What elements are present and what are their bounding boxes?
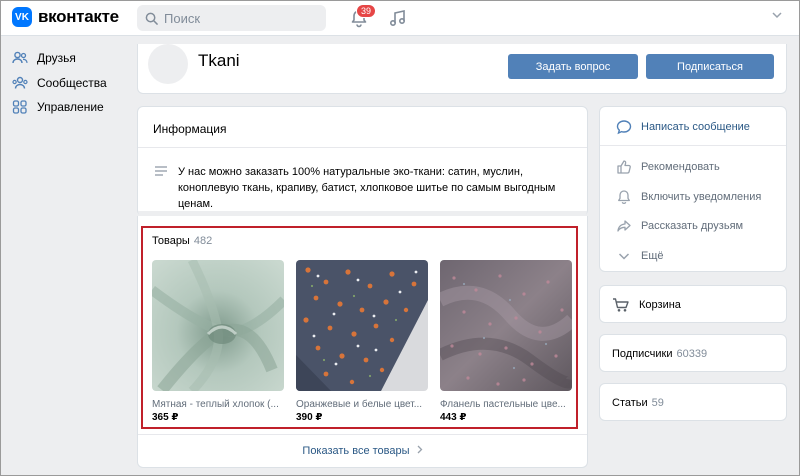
- goods-title-label: Товары: [152, 235, 190, 247]
- goods-count: 482: [193, 235, 213, 247]
- ask-question-button[interactable]: Задать вопрос: [508, 54, 638, 79]
- articles-block[interactable]: Статьи 59: [599, 383, 787, 421]
- chevron-down-icon: [618, 253, 630, 260]
- product-name[interactable]: Фланель пастельные цве...: [440, 399, 572, 410]
- divider: [600, 145, 786, 146]
- action-label: Рекомендовать: [641, 161, 720, 173]
- sidebar-item-label: Сообщества: [37, 75, 107, 90]
- articles-row[interactable]: Статьи 59: [612, 397, 664, 409]
- search-icon: [145, 12, 158, 25]
- notification-badge: 39: [356, 4, 377, 18]
- left-sidebar: Друзья Сообщества Управление: [12, 46, 122, 120]
- product-name[interactable]: Мятная - теплый хлопок (...: [152, 399, 284, 410]
- manage-icon: [12, 100, 27, 114]
- message-icon: [616, 120, 632, 135]
- bell-icon: [618, 190, 630, 205]
- sidebar-item-friends[interactable]: Друзья: [12, 46, 122, 71]
- communities-icon: [12, 76, 28, 89]
- show-all-label: Показать все товары: [302, 445, 410, 457]
- product-price: 390 ₽: [296, 412, 323, 423]
- action-label: Ещё: [641, 250, 664, 262]
- search-box[interactable]: [137, 5, 326, 31]
- share-action[interactable]: Рассказать друзьям: [616, 218, 743, 234]
- subscribers-row[interactable]: Подписчики 60339: [612, 348, 707, 360]
- recommend-action[interactable]: Рекомендовать: [616, 159, 720, 175]
- info-title: Информация: [153, 122, 227, 136]
- articles-count: 59: [651, 397, 664, 409]
- product-image[interactable]: [440, 260, 572, 391]
- show-all-goods-link[interactable]: Показать все товары: [138, 445, 587, 457]
- info-description: У нас можно заказать 100% натуральные эк…: [178, 166, 556, 210]
- enable-notifications-action[interactable]: Включить уведомления: [616, 189, 761, 205]
- product-price: 365 ₽: [152, 412, 179, 423]
- divider: [138, 147, 587, 148]
- friends-icon: [12, 51, 28, 64]
- info-block: Информация У нас можно заказать 100% нат…: [137, 106, 588, 217]
- actions-block: Написать сообщение Рекомендовать Включит…: [599, 106, 787, 272]
- share-icon: [617, 220, 631, 232]
- sidebar-item-manage[interactable]: Управление: [12, 95, 122, 120]
- sidebar-item-communities[interactable]: Сообщества: [12, 71, 122, 96]
- divider: [138, 434, 587, 435]
- subscribers-count: 60339: [676, 348, 708, 360]
- cart-icon: [613, 298, 629, 312]
- cart-link[interactable]: Корзина: [612, 297, 681, 313]
- logo-text: вконтакте: [38, 7, 119, 26]
- goods-item[interactable]: Оранжевые и белые цвет... 390 ₽: [296, 260, 428, 423]
- action-label: Включить уведомления: [641, 191, 762, 203]
- chevron-down-icon[interactable]: [772, 12, 782, 19]
- goods-item[interactable]: Фланель пастельные цве... 443 ₽: [440, 260, 572, 423]
- search-input[interactable]: [164, 10, 314, 26]
- goods-item[interactable]: Мятная - теплый хлопок (... 365 ₽: [152, 260, 284, 423]
- cart-block[interactable]: Корзина: [599, 285, 787, 323]
- group-header: Tkani Задать вопрос Подписаться: [137, 44, 787, 94]
- cart-label: Корзина: [639, 299, 681, 311]
- top-bar: VK вконтакте 39: [0, 0, 800, 36]
- product-name[interactable]: Оранжевые и белые цвет...: [296, 399, 428, 410]
- subscribers-label: Подписчики: [612, 348, 673, 360]
- music-icon[interactable]: [387, 8, 407, 28]
- product-price: 443 ₽: [440, 412, 467, 423]
- page-title: Tkani: [198, 51, 240, 70]
- action-label: Написать сообщение: [641, 121, 750, 133]
- subscribers-block[interactable]: Подписчики 60339: [599, 334, 787, 372]
- articles-label: Статьи: [612, 397, 648, 409]
- product-image[interactable]: [296, 260, 428, 391]
- goods-title[interactable]: Товары 482: [152, 235, 212, 247]
- subscribe-button[interactable]: Подписаться: [646, 54, 774, 79]
- write-message-action[interactable]: Написать сообщение: [616, 119, 750, 135]
- vk-logo[interactable]: VK вконтакте: [12, 7, 119, 27]
- avatar[interactable]: [148, 44, 188, 84]
- product-image[interactable]: [152, 260, 284, 391]
- vk-logo-icon: VK: [12, 7, 32, 27]
- more-action[interactable]: Ещё: [616, 248, 664, 264]
- like-icon: [617, 160, 631, 174]
- text-lines-icon: [155, 166, 167, 176]
- sidebar-item-label: Друзья: [37, 51, 76, 66]
- action-label: Рассказать друзьям: [641, 220, 744, 232]
- sidebar-item-label: Управление: [37, 100, 104, 115]
- chevron-right-icon: [417, 445, 422, 454]
